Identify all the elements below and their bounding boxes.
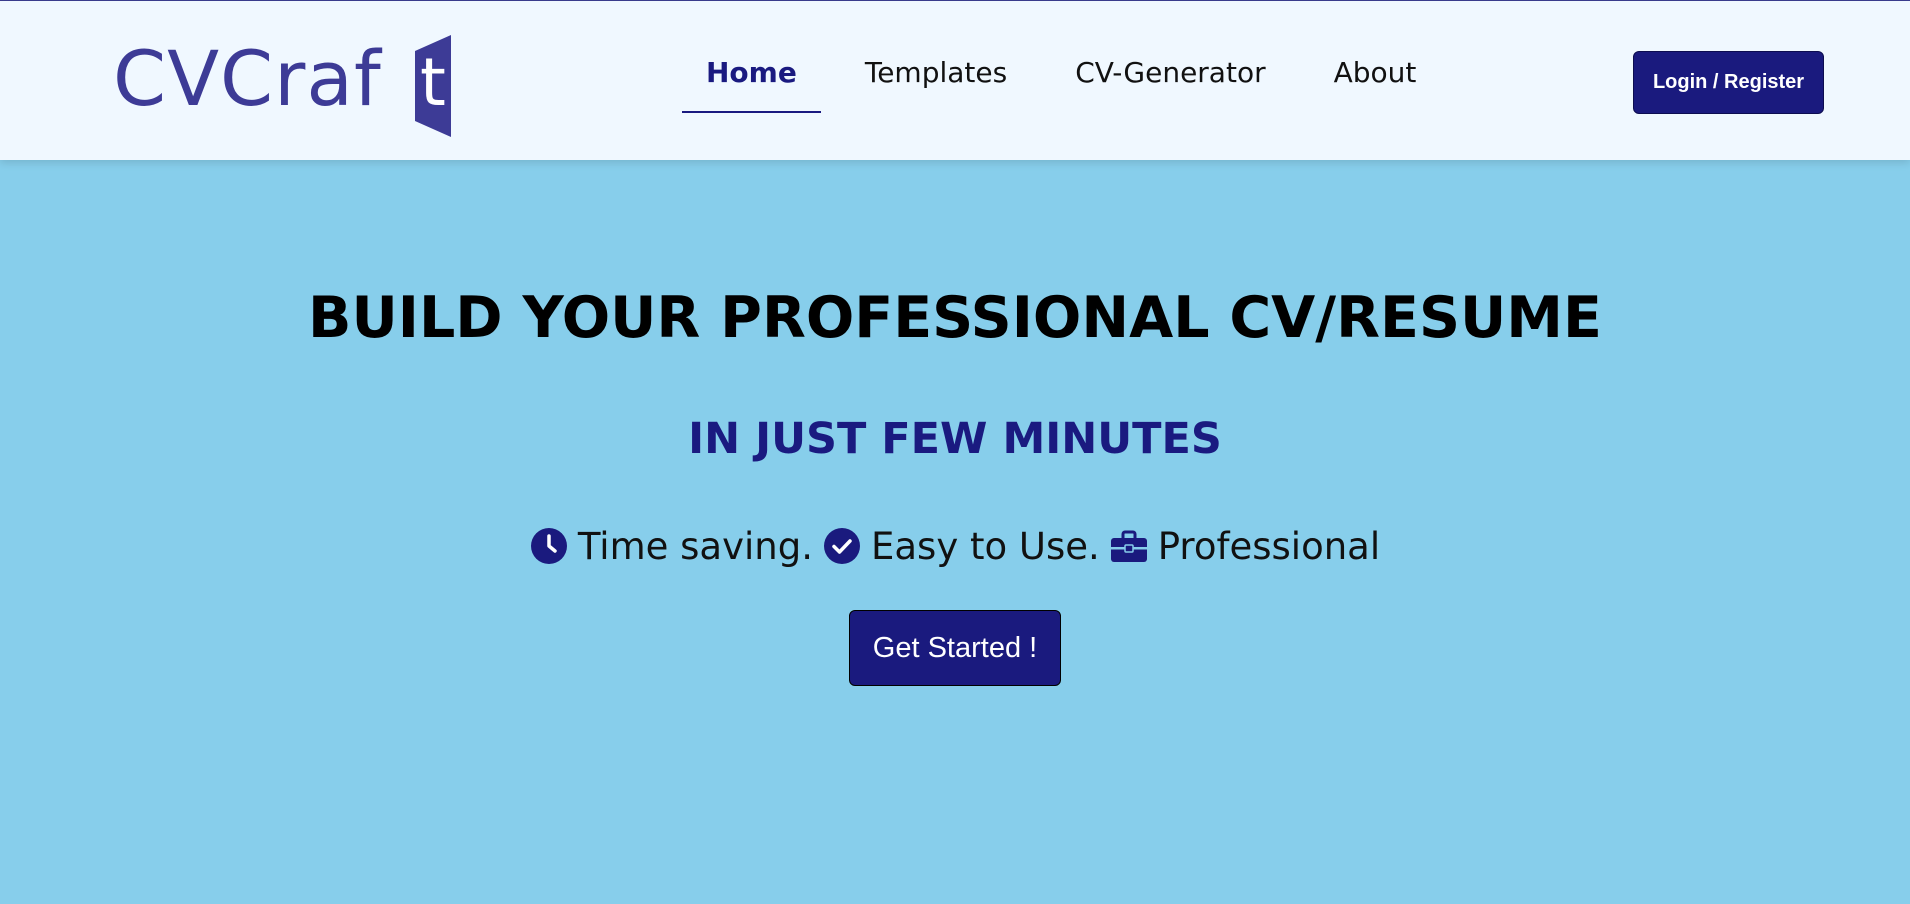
feature-professional: Professional	[1110, 525, 1380, 568]
nav-item-templates[interactable]: Templates	[841, 57, 1031, 113]
nav-item-home[interactable]: Home	[682, 57, 821, 113]
features-row: Time saving. Easy to Use. Professional	[0, 520, 1910, 572]
briefcase-icon	[1110, 527, 1148, 565]
check-circle-icon	[823, 527, 861, 565]
clock-icon	[530, 527, 568, 565]
nav-item-about[interactable]: About	[1310, 57, 1441, 113]
hero-title: BUILD YOUR PROFESSIONAL CV/RESUME	[308, 285, 1602, 351]
feature-label: Time saving.	[577, 524, 813, 568]
logo-t-mark-icon: t	[415, 35, 451, 137]
main-nav: Home Templates CV-Generator About	[682, 57, 1460, 119]
login-register-button[interactable]: Login / Register	[1633, 51, 1824, 114]
feature-time-saving: Time saving.	[530, 525, 813, 568]
logo-text: CVCraf	[113, 34, 382, 123]
feature-label: Professional	[1157, 524, 1381, 568]
logo[interactable]: CVCraf t	[113, 33, 463, 137]
hero-subtitle: IN JUST FEW MINUTES	[688, 414, 1222, 464]
logo-t-letter: t	[420, 44, 446, 121]
feature-easy-to-use: Easy to Use.	[823, 525, 1100, 568]
nav-item-cv-generator[interactable]: CV-Generator	[1051, 57, 1289, 113]
get-started-button[interactable]: Get Started !	[849, 610, 1061, 686]
feature-label: Easy to Use.	[870, 524, 1100, 568]
navbar: CVCraf t Home Templates CV-Generator Abo…	[0, 1, 1910, 160]
